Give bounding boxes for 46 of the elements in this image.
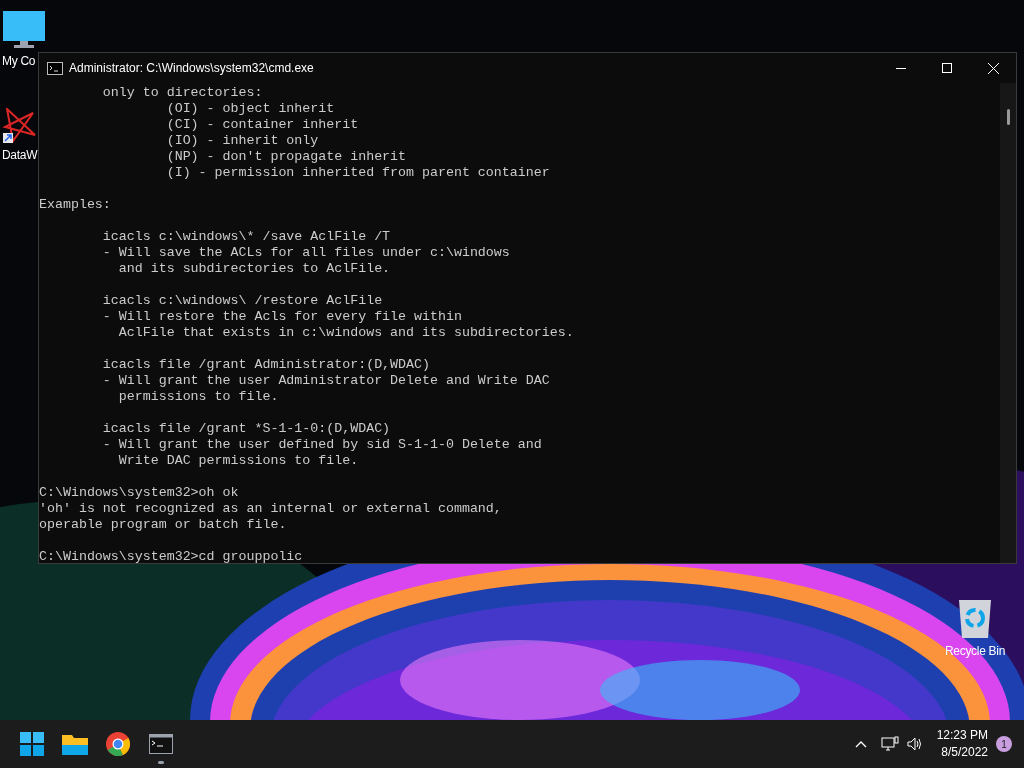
clock-date[interactable]: 8/5/2022 xyxy=(941,744,988,761)
network-icon[interactable] xyxy=(880,736,899,752)
console-line: and its subdirectories to AclFile. xyxy=(117,261,392,277)
console-line: Examples: xyxy=(39,197,112,213)
scrollbar[interactable] xyxy=(1000,83,1016,563)
console-line: C:\Windows\system32>cd grouppolic xyxy=(39,549,304,565)
console-line: icacls c:\windows\ /restore AclFile xyxy=(101,293,384,309)
console-line: (OI) - object inherit xyxy=(165,101,336,117)
maximize-icon xyxy=(942,63,952,73)
desktop-icon-label[interactable]: My Co xyxy=(2,54,36,68)
folder-icon[interactable] xyxy=(62,733,88,755)
console-line: (CI) - container inherit xyxy=(165,117,360,133)
windows-logo-icon[interactable] xyxy=(20,732,44,756)
console-line: (I) - permission inherited from parent container xyxy=(165,165,551,181)
console-line: icacls file /grant *S-1-1-0:(D,WDAC) xyxy=(101,421,392,437)
chevron-up-icon[interactable] xyxy=(854,740,867,748)
console-line: icacls file /grant Administrator:(D,WDAC) xyxy=(101,357,431,373)
console-line: 'oh' is not recognized as an internal or external command, xyxy=(39,501,503,517)
notification-badge[interactable]: 1 xyxy=(996,736,1012,752)
console-line: - Will save the ACLs for all files under c:\windows xyxy=(101,245,511,261)
terminal-icon[interactable] xyxy=(149,734,173,754)
console-line: - Will grant the user defined by sid S-1-1-0 Delete and xyxy=(101,437,543,453)
clock-time[interactable]: 12:23 PM xyxy=(936,727,988,744)
volume-icon[interactable] xyxy=(906,737,923,751)
console-line: C:\Windows\system32>oh ok xyxy=(39,485,240,501)
console-icon xyxy=(47,61,63,75)
console-line: only to directories: xyxy=(101,85,264,101)
monitor-icon xyxy=(2,10,46,50)
console-line: AclFile that exists in c:\windows and its subdirectories. xyxy=(117,325,575,341)
console-line: - Will grant the user Administrator Delete and Write DAC xyxy=(101,373,551,389)
recycle-bin-icon xyxy=(957,598,993,640)
close-icon xyxy=(987,62,999,74)
console-line: - Will restore the Acls for every file within xyxy=(101,309,463,325)
console-line: (IO) - inherit only xyxy=(165,133,320,149)
console-line: operable program or batch file. xyxy=(39,517,288,533)
window-title: Administrator: C:\Windows\system32\cmd.exe xyxy=(69,60,314,77)
browser-icon[interactable] xyxy=(106,732,130,756)
console-line: icacls c:\windows\* /save AclFile /T xyxy=(101,229,392,245)
desktop-icon-label[interactable]: DataW xyxy=(2,148,38,162)
scrollbar-thumb[interactable] xyxy=(1006,109,1010,125)
console-line: Write DAC permissions to file. xyxy=(117,453,360,469)
running-indicator xyxy=(158,761,164,764)
shortcut-icon xyxy=(2,108,36,144)
console-line: (NP) - don't propagate inherit xyxy=(165,149,408,165)
minimize-icon xyxy=(896,67,906,69)
console-line: permissions to file. xyxy=(117,389,280,405)
